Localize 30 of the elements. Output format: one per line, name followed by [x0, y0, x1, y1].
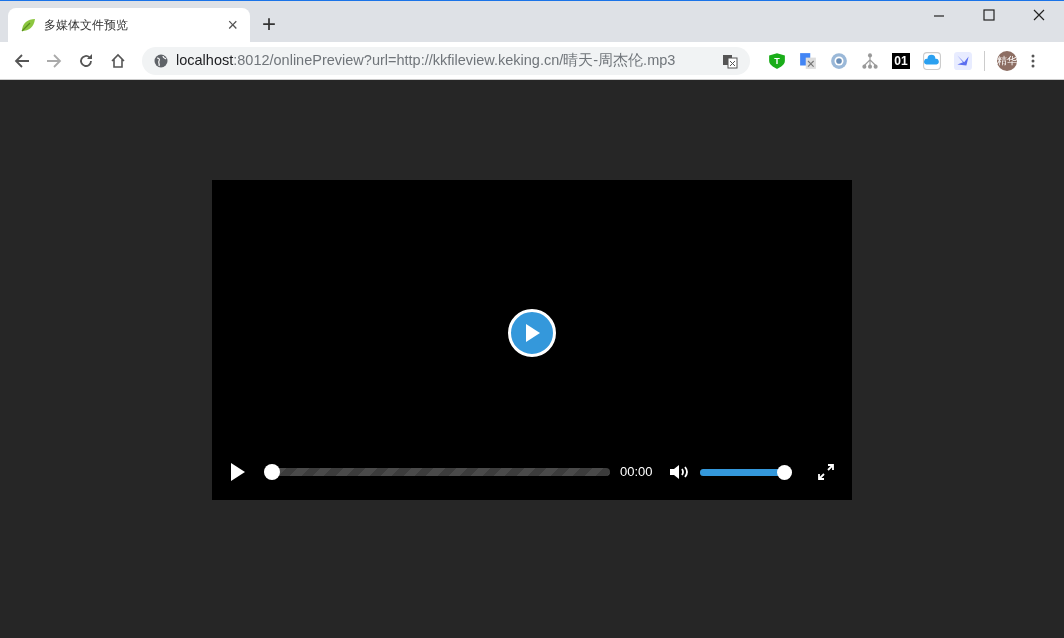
browser-tab[interactable]: 多媒体文件预览 × — [8, 8, 250, 42]
tab-close-button[interactable]: × — [227, 16, 238, 34]
translate-icon[interactable] — [722, 52, 738, 69]
volume-icon[interactable] — [668, 464, 689, 480]
bird-icon[interactable] — [954, 51, 972, 70]
cloud-icon[interactable] — [923, 51, 941, 70]
profile-avatar[interactable]: 精华 — [997, 50, 1017, 71]
new-tab-button[interactable]: + — [262, 12, 276, 36]
fullscreen-icon[interactable] — [817, 464, 834, 480]
play-icon — [524, 324, 540, 342]
close-icon[interactable] — [1033, 9, 1045, 21]
maximize-icon[interactable] — [983, 9, 995, 21]
url-text: localhost:8012/onlinePreview?url=http://kkfileview.keking.cn/晴天-周杰伦.mp3 — [176, 50, 677, 70]
reload-icon[interactable] — [78, 52, 94, 69]
translate-icon[interactable] — [799, 51, 817, 70]
tree-icon[interactable] — [861, 51, 879, 70]
play-button[interactable] — [508, 309, 556, 357]
tab-title: 多媒体文件预览 — [44, 17, 129, 34]
home-icon[interactable] — [110, 52, 126, 69]
play-icon[interactable] — [230, 463, 246, 481]
ring-icon[interactable] — [830, 51, 848, 70]
globe-icon — [154, 53, 168, 68]
address-bar[interactable]: localhost:8012/onlinePreview?url=http://kkfileview.keking.cn/晴天-周杰伦.mp3 — [142, 46, 750, 75]
volume-thumb[interactable] — [776, 464, 792, 480]
time-text: 00:00 — [620, 463, 653, 482]
extension-badge[interactable]: 01 — [892, 52, 910, 69]
menu-icon[interactable] — [1031, 53, 1035, 68]
progress-thumb[interactable] — [264, 464, 280, 480]
leaf-icon — [20, 17, 36, 33]
back-icon[interactable] — [14, 52, 30, 69]
